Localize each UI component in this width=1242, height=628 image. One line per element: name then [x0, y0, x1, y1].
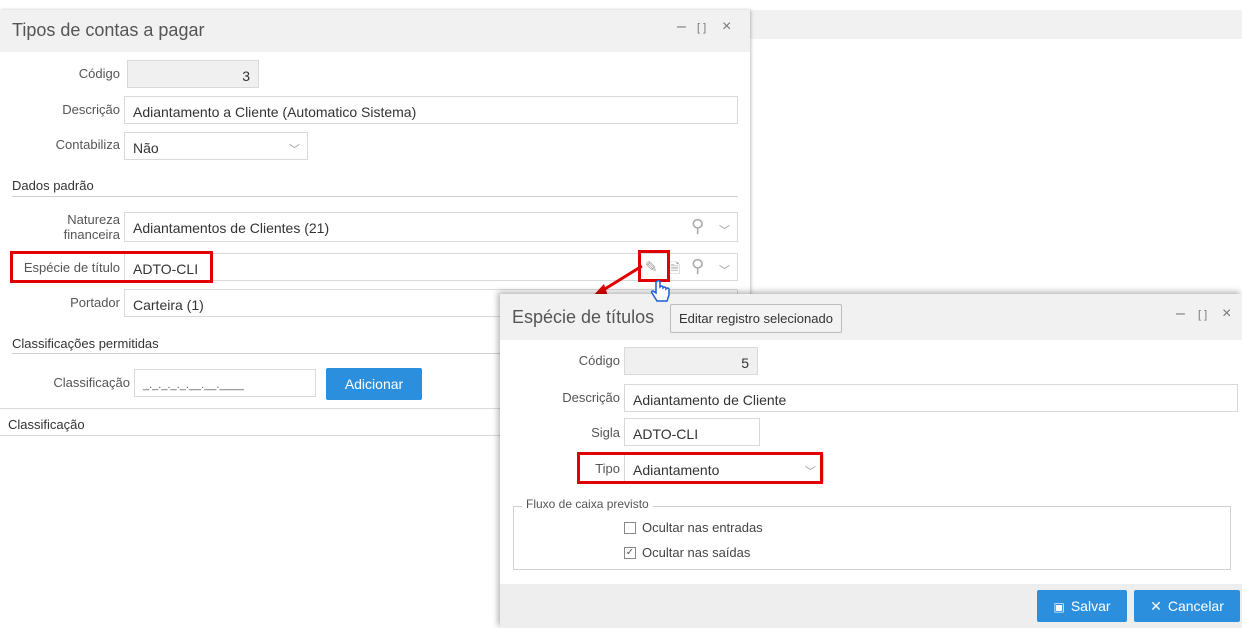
- cancelar-label: Cancelar: [1167, 598, 1224, 614]
- dialog-titlebar: Espécie de títulos – [ ] ×: [500, 294, 1242, 340]
- dialog-footer: ▣ Salvar ✕ Cancelar: [500, 584, 1242, 628]
- search-icon[interactable]: ⚲: [691, 216, 704, 237]
- dialog-descricao-field[interactable]: Adiantamento de Cliente: [624, 384, 1238, 412]
- close-icon[interactable]: ×: [722, 18, 731, 36]
- tooltip-editar: Editar registro selecionado: [670, 304, 842, 333]
- divider: [12, 196, 738, 197]
- codigo-label: Código: [78, 66, 120, 81]
- save-icon: ▣: [1053, 600, 1065, 614]
- contabiliza-label: Contabiliza: [55, 137, 120, 152]
- hand-cursor-icon: [650, 280, 670, 302]
- chevron-down-icon[interactable]: ﹀: [719, 222, 730, 238]
- dialog-descricao-label: Descrição: [562, 390, 620, 405]
- chevron-down-icon[interactable]: ﹀: [719, 262, 730, 278]
- maximize-icon[interactable]: [ ]: [697, 22, 706, 34]
- contabiliza-value: Não: [133, 140, 159, 156]
- salvar-button[interactable]: ▣ Salvar: [1037, 590, 1127, 622]
- contabiliza-select[interactable]: Não ﹀: [124, 132, 308, 160]
- main-titlebar: Tipos de contas a pagar – [ ] ×: [0, 10, 750, 52]
- dialog-codigo-label: Código: [578, 353, 620, 368]
- dialog-codigo-field[interactable]: 5: [624, 347, 758, 375]
- fluxo-fieldset: [513, 506, 1231, 570]
- search-icon[interactable]: ⚲: [691, 256, 704, 277]
- salvar-label: Salvar: [1070, 598, 1111, 614]
- chevron-down-icon: ﹀: [289, 144, 300, 156]
- dialog-sigla-field[interactable]: ADTO-CLI: [624, 418, 760, 446]
- natureza-label-line1: Natureza: [67, 212, 120, 227]
- natureza-field[interactable]: Adiantamentos de Clientes (21) ⚲ ﹀: [124, 212, 738, 242]
- especie-dialog: Espécie de títulos – [ ] × Código 5 Desc…: [500, 294, 1242, 628]
- section-dados-padrao: Dados padrão: [12, 178, 94, 193]
- minimize-icon[interactable]: –: [1176, 305, 1185, 323]
- ocultar-entradas-label: Ocultar nas entradas: [642, 520, 763, 535]
- ocultar-saidas-option[interactable]: ✓ Ocultar nas saídas: [624, 545, 750, 560]
- adicionar-button[interactable]: Adicionar: [326, 368, 422, 400]
- highlight-especie-label: [10, 251, 213, 283]
- fluxo-legend: Fluxo de caixa previsto: [522, 497, 653, 511]
- background-toolbar: [750, 10, 1242, 39]
- table-header-classificacao: Classificação: [8, 417, 85, 432]
- codigo-field[interactable]: 3: [127, 60, 259, 88]
- ocultar-entradas-checkbox[interactable]: [624, 521, 636, 534]
- portador-label: Portador: [70, 295, 120, 310]
- ocultar-entradas-option[interactable]: Ocultar nas entradas: [624, 520, 763, 535]
- minimize-icon[interactable]: –: [677, 18, 686, 36]
- close-icon: ✕: [1150, 598, 1162, 614]
- natureza-value: Adiantamentos de Clientes (21): [133, 220, 330, 236]
- section-classificacoes: Classificações permitidas: [12, 336, 159, 351]
- ocultar-saidas-label: Ocultar nas saídas: [642, 545, 751, 560]
- natureza-label: Natureza financeira: [20, 212, 120, 242]
- close-icon[interactable]: ×: [1222, 305, 1231, 323]
- dialog-title: Espécie de títulos: [512, 307, 655, 327]
- maximize-icon[interactable]: [ ]: [1198, 309, 1207, 321]
- ocultar-saidas-checkbox-checked[interactable]: ✓: [624, 546, 636, 559]
- natureza-label-line2: financeira: [63, 227, 120, 242]
- cancelar-button[interactable]: ✕ Cancelar: [1134, 590, 1240, 622]
- highlight-tipo: [577, 452, 823, 484]
- descricao-label: Descrição: [62, 102, 120, 117]
- descricao-field[interactable]: Adiantamento a Cliente (Automatico Siste…: [124, 96, 738, 124]
- classificacao-input[interactable]: _._._._._.__.__.____: [134, 369, 316, 397]
- dialog-sigla-label: Sigla: [591, 425, 620, 440]
- new-document-icon[interactable]: 🗎: [669, 258, 680, 282]
- main-window-title: Tipos de contas a pagar: [12, 20, 205, 40]
- classificacao-label: Classificação: [53, 375, 130, 390]
